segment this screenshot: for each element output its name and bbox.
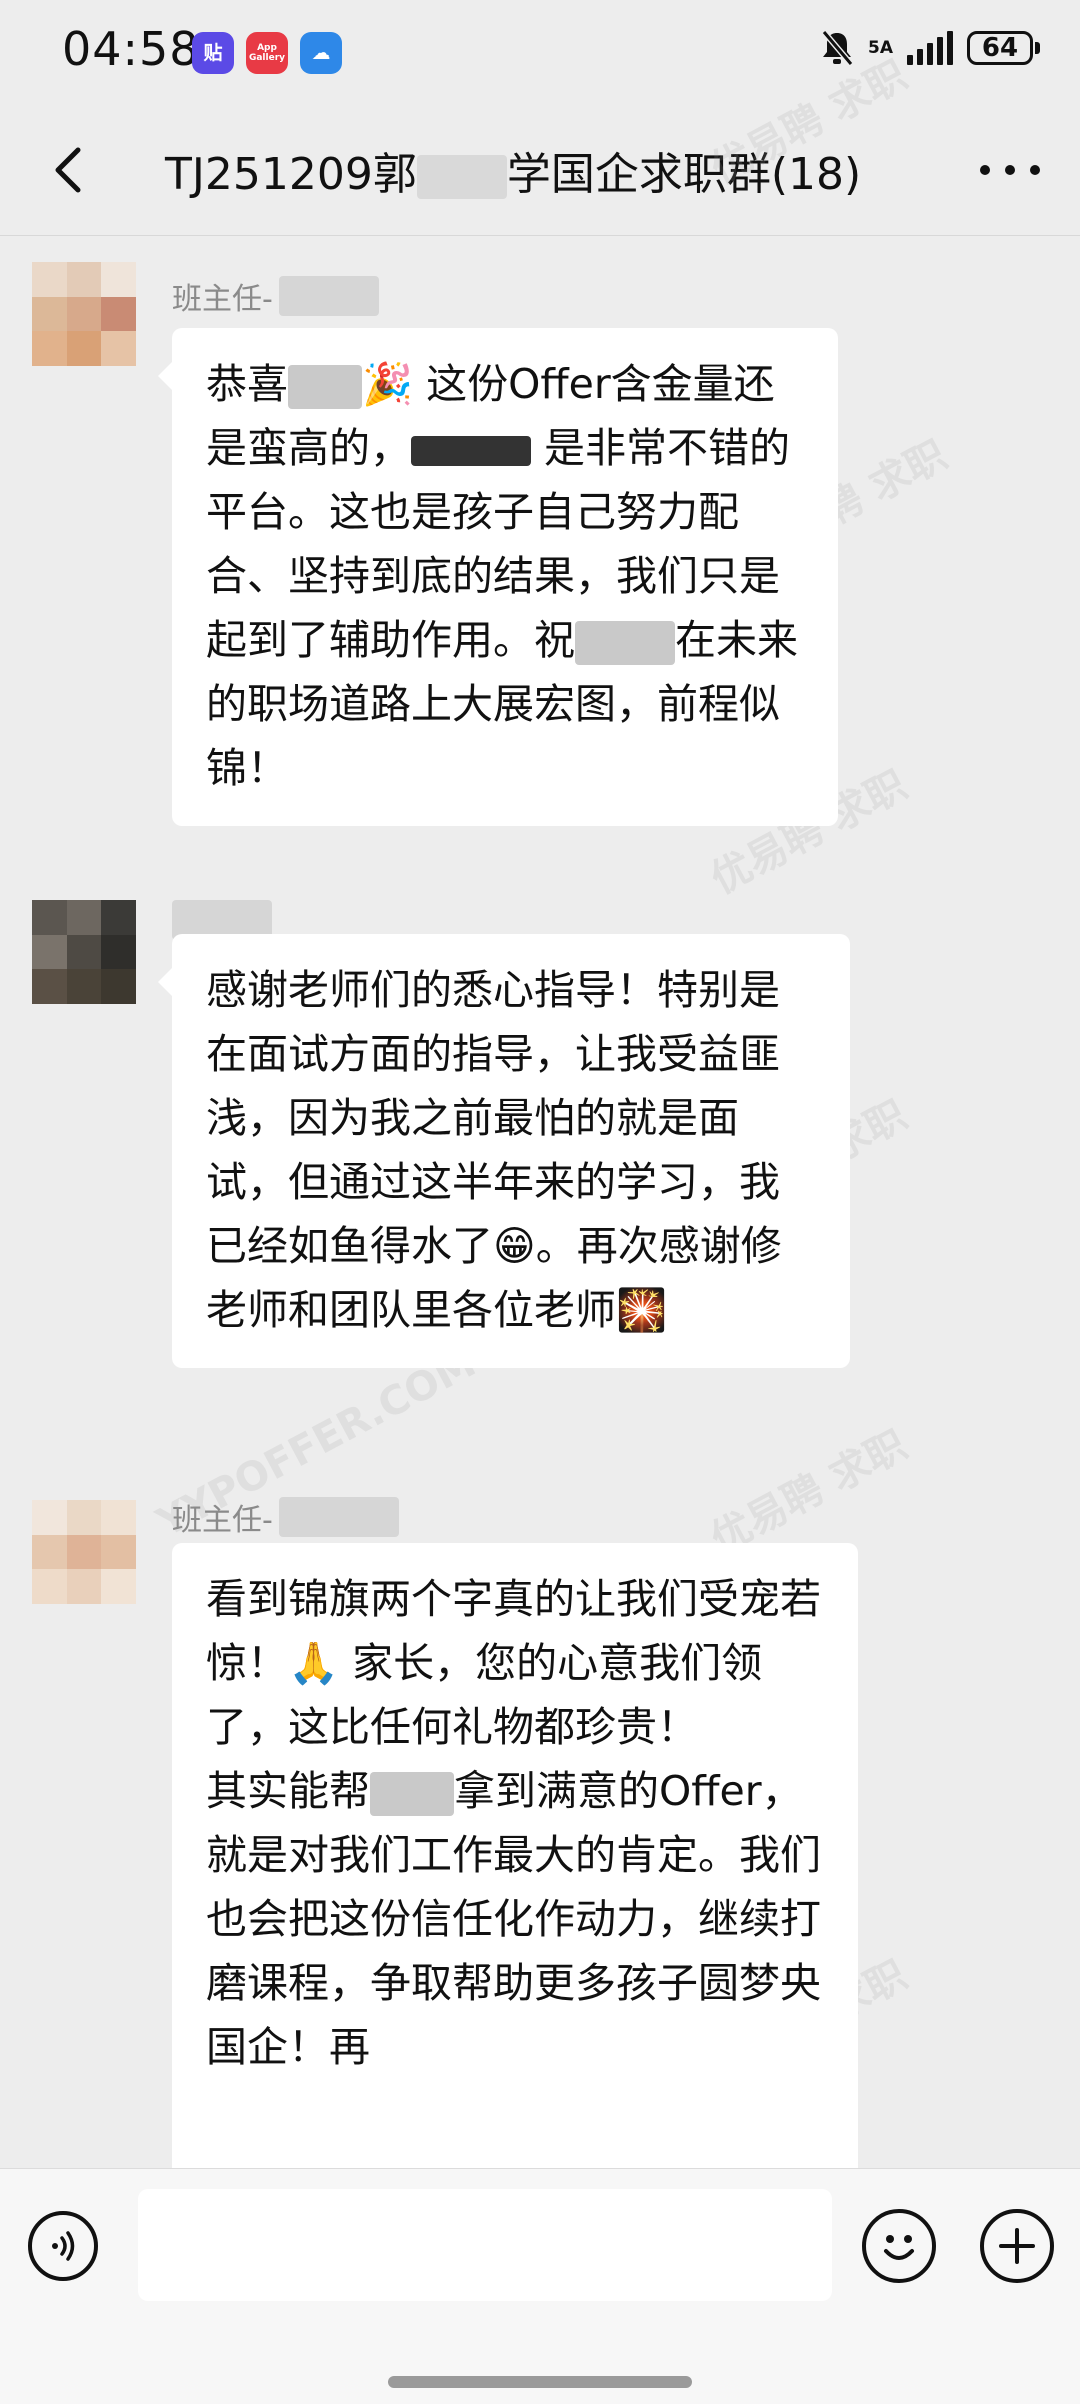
redacted-mask — [278, 1497, 399, 1537]
more-options-icon[interactable] — [980, 150, 1040, 190]
message-bubble[interactable]: 看到锦旗两个字真的让我们受宠若惊！🙏 家长，您的心意我们领了，这比任何礼物都珍贵… — [172, 1543, 858, 2168]
back-icon[interactable] — [40, 140, 100, 200]
chat-title-head: TJ251209郭 — [165, 149, 417, 200]
mute-bell-icon — [821, 30, 854, 66]
message-input[interactable] — [138, 2189, 832, 2301]
message-segment: 感谢老师们的悉心指导！特别是在面试方面的指导，让我受益匪浅，因为我之前最怕的就是… — [206, 966, 782, 1334]
weather-app-icon: ☁ — [300, 32, 342, 74]
network-label: 5A — [868, 38, 893, 58]
avatar[interactable] — [32, 1500, 136, 1604]
avatar[interactable] — [32, 262, 136, 366]
message-text: 感谢老师们的悉心指导！特别是在面试方面的指导，让我受益匪浅，因为我之前最怕的就是… — [206, 958, 816, 1342]
battery-level: 64 — [967, 31, 1033, 65]
sender-name: 班主任- — [172, 1495, 399, 1539]
avatar[interactable] — [32, 900, 136, 1004]
add-more-icon — [999, 2228, 1035, 2264]
signal-icon — [907, 31, 953, 65]
redacted-mask — [370, 1772, 454, 1816]
message-bubble[interactable]: 恭喜 🎉 这份Offer含金量还是蛮高的， 是非常不错的平台。这也是孩子自己努力配… — [158, 328, 838, 826]
status-bar: 04:58 贴 App Gallery ☁ 5A 64 — [0, 0, 1080, 110]
redacted-mask — [288, 365, 362, 409]
redacted-mask — [278, 276, 379, 316]
message-text: 恭喜 🎉 这份Offer含金量还是蛮高的， 是非常不错的平台。这也是孩子自己努力配… — [206, 352, 804, 800]
input-bar — [0, 2168, 1080, 2404]
emoji-icon[interactable] — [862, 2209, 936, 2283]
home-indicator[interactable] — [388, 2376, 692, 2388]
redacted-mask — [416, 155, 507, 199]
sender-name-text: 班主任- — [172, 1503, 273, 1538]
message-bubble[interactable]: 感谢老师们的悉心指导！特别是在面试方面的指导，让我受益匪浅，因为我之前最怕的就是… — [158, 934, 850, 1368]
sender-name-text: 班主任- — [172, 282, 273, 317]
plus-icon[interactable] — [980, 2209, 1054, 2283]
status-time: 04:58 — [62, 22, 200, 76]
app-gallery-icon: App Gallery — [246, 32, 288, 74]
sender-name: 班主任- — [172, 274, 379, 318]
battery-icon: 64 — [967, 31, 1040, 65]
smiley-face-icon — [884, 2235, 914, 2260]
message-segment: 恭喜 — [206, 360, 288, 408]
chat-title: TJ251209郭 学国企求职群(18) — [165, 138, 861, 202]
chat-header: TJ251209郭 学国企求职群(18) — [0, 110, 1080, 236]
redacted-mask — [575, 621, 675, 665]
redacted-mask — [411, 436, 531, 466]
tieba-app-icon: 贴 — [192, 32, 234, 74]
network-type: 5A — [868, 38, 893, 58]
watermark-text: 优易聘 求职 — [703, 1422, 915, 1564]
voice-icon[interactable] — [28, 2211, 98, 2281]
voice-wave-icon — [52, 2231, 75, 2261]
message-text: 看到锦旗两个字真的让我们受宠若惊！🙏 家长，您的心意我们领了，这比任何礼物都珍贵… — [206, 1567, 824, 2079]
chat-title-tail: 学国企求职群(18) — [506, 149, 862, 200]
